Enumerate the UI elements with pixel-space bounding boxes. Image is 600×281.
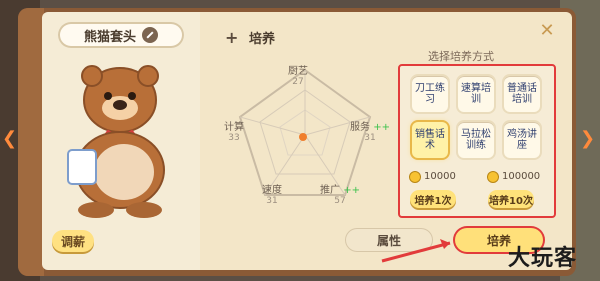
cost-1x: 10000 bbox=[410, 171, 456, 182]
employee-name-plate: 熊猫套头 bbox=[58, 22, 184, 48]
title-label: 培养 bbox=[248, 32, 275, 47]
stat-name: 推广 bbox=[320, 185, 340, 196]
stat-value: 33 bbox=[228, 133, 240, 143]
book-spine bbox=[18, 8, 44, 276]
adjust-salary-button[interactable]: 调薪 bbox=[52, 230, 94, 252]
stat-speed: 速度 31 bbox=[262, 181, 282, 206]
employee-name: 熊猫套头 bbox=[83, 29, 136, 45]
stat-value: 27 bbox=[292, 77, 304, 87]
section-title: + 培养 bbox=[225, 28, 275, 47]
bear-character bbox=[67, 65, 165, 218]
edit-name-icon[interactable] bbox=[142, 27, 158, 43]
training-option-lecture[interactable]: 鸡汤讲座 bbox=[504, 122, 540, 158]
stat-value: 31 bbox=[266, 196, 278, 206]
train-ten-button[interactable]: 培养10次 bbox=[488, 190, 534, 208]
stat-name: 服务 bbox=[350, 122, 370, 133]
watermark-text: 大玩客 bbox=[508, 246, 578, 271]
coin-icon bbox=[410, 171, 420, 182]
training-option-marathon[interactable]: 马拉松训练 bbox=[458, 122, 494, 158]
training-option-sales[interactable]: 销售话术 bbox=[412, 122, 448, 158]
cost-1x-value: 10000 bbox=[424, 171, 456, 182]
training-option-knife[interactable]: 刀工练习 bbox=[412, 76, 448, 112]
title-plus: + bbox=[225, 28, 239, 47]
stat-name: 计算 bbox=[224, 122, 244, 133]
next-arrow-icon[interactable]: ❯ bbox=[580, 128, 598, 150]
close-icon[interactable]: ✕ bbox=[538, 22, 556, 40]
coin-icon bbox=[488, 171, 498, 182]
stat-service: 服务 ++ 31 bbox=[350, 118, 390, 143]
cost-10x: 100000 bbox=[488, 171, 540, 182]
red-pointer-arrow-icon bbox=[381, 239, 451, 263]
stat-name: 速度 bbox=[262, 185, 282, 196]
training-option-math[interactable]: 速算培训 bbox=[458, 76, 494, 112]
stat-extra: ++ bbox=[343, 185, 360, 196]
stat-calc: 计算 33 bbox=[224, 118, 244, 143]
stat-promo: 推广 ++ 57 bbox=[320, 181, 360, 206]
cost-10x-value: 100000 bbox=[502, 171, 541, 182]
training-panel: 刀工练习 速算培训 普通话培训 销售话术 马拉松训练 鸡汤讲座 10000 10… bbox=[398, 64, 556, 218]
training-header: 选择培养方式 bbox=[428, 50, 494, 63]
train-once-button[interactable]: 培养1次 bbox=[410, 190, 456, 208]
stat-value: 57 bbox=[334, 196, 346, 206]
stat-value: 31 bbox=[364, 133, 376, 143]
stat-name: 厨艺 bbox=[288, 66, 308, 77]
prev-arrow-icon[interactable]: ❮ bbox=[2, 128, 20, 150]
training-option-mandarin[interactable]: 普通话培训 bbox=[504, 76, 540, 112]
stat-extra: ++ bbox=[373, 122, 390, 133]
stat-cooking: 厨艺 27 bbox=[288, 62, 308, 87]
